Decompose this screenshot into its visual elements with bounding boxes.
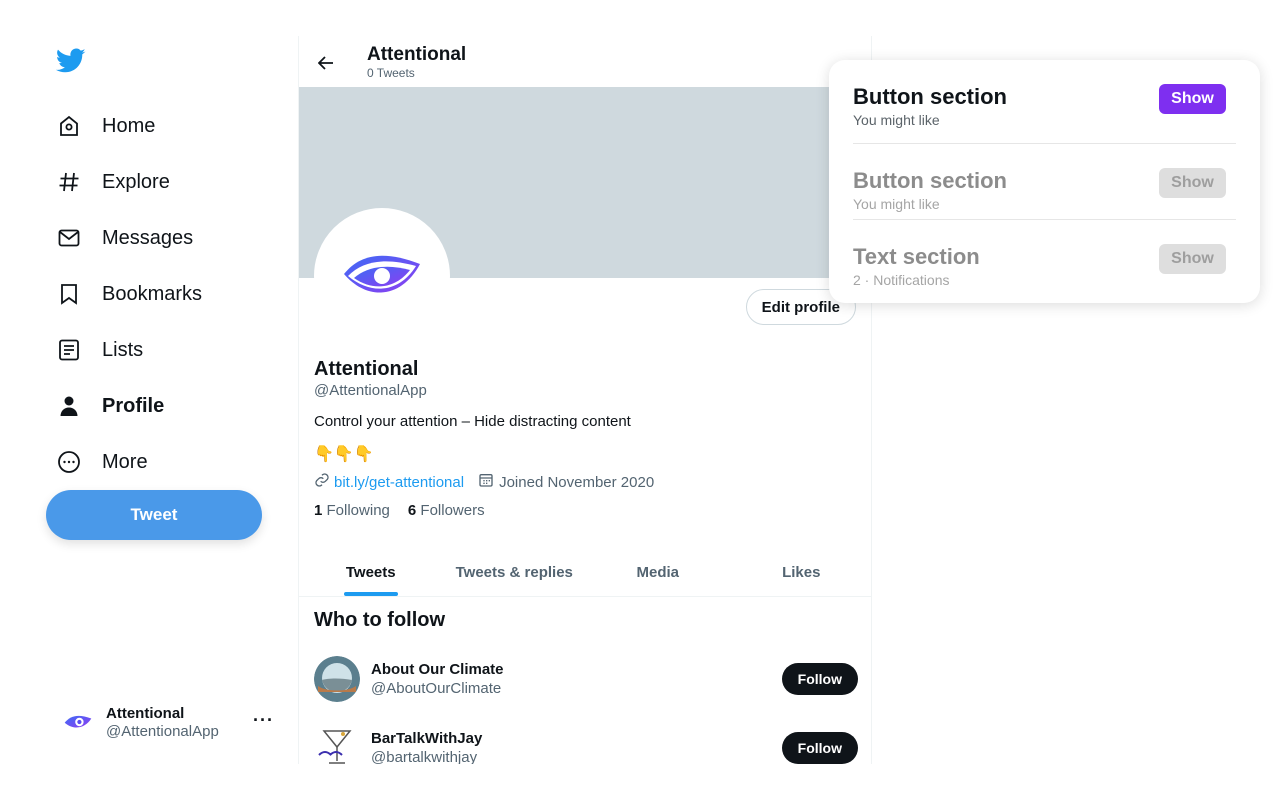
- following-link[interactable]: 1 Following: [314, 502, 390, 519]
- section-title: Button section: [853, 168, 1007, 193]
- account-name: Attentional: [106, 704, 185, 722]
- show-button[interactable]: Show: [1159, 84, 1226, 114]
- hashtag-icon: [56, 169, 82, 195]
- suggested-account-handle: @AboutOurClimate: [371, 679, 502, 697]
- app-window: Home Explore Messages Bookmarks Lists Pr…: [0, 0, 1280, 800]
- follow-button[interactable]: Follow: [781, 662, 858, 695]
- sidebar-item-more[interactable]: More: [46, 434, 286, 490]
- show-button[interactable]: Show: [1159, 244, 1226, 274]
- section-subtitle: You might like: [853, 196, 940, 212]
- popup-section: Button section You might like Show: [853, 60, 1236, 136]
- tab-likes[interactable]: Likes: [730, 549, 872, 596]
- tweet-button[interactable]: Tweet: [46, 490, 262, 540]
- avatar: [58, 702, 98, 742]
- sidebar-item-label: Profile: [102, 394, 165, 417]
- show-button[interactable]: Show: [1159, 168, 1226, 198]
- sidebar: Home Explore Messages Bookmarks Lists Pr…: [0, 0, 298, 764]
- section-subtitle: 2 · Notifications: [853, 272, 950, 288]
- suggested-account-name: BarTalkWithJay: [371, 729, 483, 747]
- suggested-account-handle: @bartalkwithjay: [371, 748, 478, 765]
- follow-stats: 1 Following 6 Followers: [314, 502, 854, 519]
- more-circle-icon: [56, 449, 82, 475]
- sidebar-item-label: Home: [102, 114, 156, 137]
- tweet-count: 0 Tweets: [367, 65, 415, 80]
- sidebar-item-home[interactable]: Home: [46, 98, 286, 154]
- sidebar-item-explore[interactable]: Explore: [46, 154, 286, 210]
- account-switcher[interactable]: Attentional @AttentionalApp ···: [46, 694, 286, 750]
- section-title: Button section: [853, 84, 1007, 109]
- suggested-account-name: About Our Climate: [371, 660, 504, 678]
- profile-name: Attentional: [314, 358, 419, 380]
- popup-section: Text section 2 · Notifications Show: [853, 219, 1236, 295]
- bar-talk-logo-icon: [314, 725, 360, 765]
- list-icon: [56, 337, 82, 363]
- more-options-icon[interactable]: ···: [253, 710, 274, 731]
- joined-date: Joined November 2020: [499, 473, 655, 491]
- profile-link[interactable]: bit.ly/get-attentional: [334, 474, 464, 491]
- calendar-icon: [478, 472, 494, 492]
- person-icon: [56, 393, 82, 419]
- back-arrow-icon[interactable]: [315, 52, 337, 74]
- sidebar-item-label: Lists: [102, 338, 144, 361]
- tab-tweets-replies[interactable]: Tweets & replies: [443, 549, 587, 596]
- tab-tweets[interactable]: Tweets: [299, 549, 443, 596]
- profile-column: Attentional 0 Tweets Edit profile Attent…: [298, 36, 872, 764]
- profile-meta: bit.ly/get-attentional Joined November 2…: [314, 472, 854, 492]
- sidebar-item-label: More: [102, 450, 148, 473]
- avatar: [314, 655, 360, 702]
- list-item[interactable]: About Our Climate @AboutOurClimate Follo…: [299, 644, 871, 713]
- account-handle: @AttentionalApp: [106, 722, 219, 740]
- section-subtitle: You might like: [853, 112, 940, 128]
- profile-handle: @AttentionalApp: [314, 382, 427, 399]
- who-to-follow-title: Who to follow: [314, 609, 446, 631]
- sidebar-item-messages[interactable]: Messages: [46, 210, 286, 266]
- section-title: Text section: [853, 244, 980, 269]
- sidebar-item-profile[interactable]: Profile: [46, 378, 286, 434]
- sidebar-nav: Home Explore Messages Bookmarks Lists Pr…: [46, 98, 286, 490]
- sidebar-item-bookmarks[interactable]: Bookmarks: [46, 266, 286, 322]
- sidebar-item-label: Messages: [102, 226, 194, 249]
- sidebar-item-label: Bookmarks: [102, 282, 203, 305]
- list-item[interactable]: BarTalkWithJay @bartalkwithjay Follow: [299, 713, 871, 765]
- profile-tabs: Tweets Tweets & replies Media Likes: [299, 549, 872, 597]
- profile-info: Attentional @AttentionalApp Control your…: [314, 358, 854, 519]
- pointing-down-emoji-icon: 👇👇👇: [314, 446, 374, 463]
- sidebar-item-lists[interactable]: Lists: [46, 322, 286, 378]
- tab-media[interactable]: Media: [586, 549, 730, 596]
- profile-header: Attentional 0 Tweets: [299, 36, 871, 87]
- profile-avatar[interactable]: [314, 208, 450, 344]
- follow-button[interactable]: Follow: [781, 731, 858, 764]
- home-icon: [56, 113, 82, 139]
- popup-section: Button section You might like Show: [853, 143, 1236, 219]
- mail-icon: [56, 225, 82, 251]
- profile-bio: Control your attention – Hide distractin…: [314, 413, 631, 430]
- bookmark-icon: [56, 281, 82, 307]
- page-title: Attentional: [367, 43, 467, 65]
- sidebar-item-label: Explore: [102, 170, 170, 193]
- followers-link[interactable]: 6 Followers: [408, 502, 485, 519]
- link-icon: [314, 472, 330, 492]
- who-to-follow: Who to follow About Our Climate @AboutOu…: [299, 597, 871, 765]
- attentional-popup: Button section You might like Show Butto…: [829, 60, 1260, 303]
- twitter-logo-icon[interactable]: [55, 48, 86, 78]
